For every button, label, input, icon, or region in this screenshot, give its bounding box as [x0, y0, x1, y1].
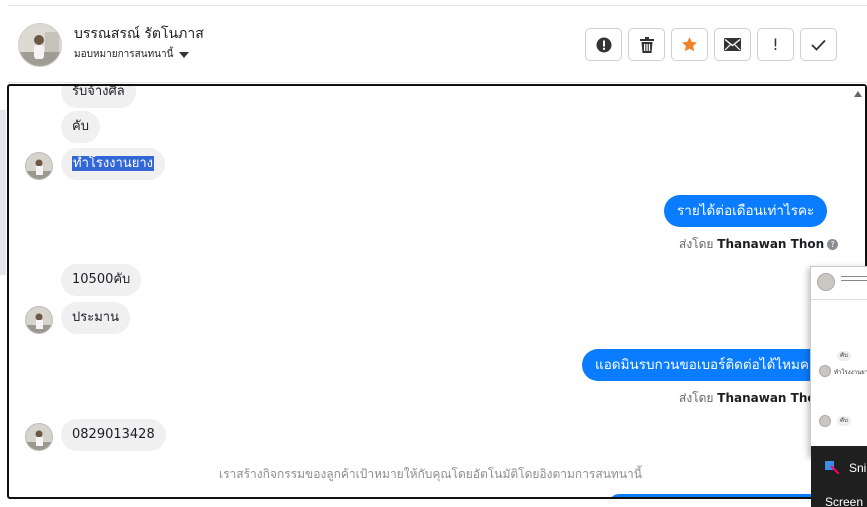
mail-button[interactable]	[714, 28, 751, 61]
mark-done-button[interactable]	[800, 28, 837, 61]
preview-avatar	[819, 415, 831, 427]
activity-footnote: เราสร้างกิจกรรมของลูกค้าเป้าหมายให้กับคุ…	[219, 467, 642, 481]
contact-avatar[interactable]	[18, 23, 62, 67]
message-incoming: รับจ้างศิล	[61, 84, 136, 108]
preview-line	[841, 276, 867, 277]
preview-bubble: คับ	[837, 351, 851, 361]
message-incoming: 10500คับ	[61, 264, 142, 296]
message-text: รับจ้างศิล	[72, 84, 125, 99]
sender-avatar	[25, 152, 53, 180]
message-incoming: คับ	[61, 111, 100, 143]
sender-name[interactable]: Thanawan Thon	[717, 237, 824, 251]
preview-bubble: คับ	[837, 416, 851, 426]
sent-by-prefix: ส่งโดย	[679, 391, 714, 405]
message-text: ประมาน	[72, 310, 119, 325]
preview-avatar	[817, 273, 835, 291]
preview-text: ทำโรงงานยาง	[834, 369, 867, 376]
sent-by-prefix: ส่งโดย	[679, 237, 714, 251]
message-text: รายได้ต่อเดือนเท่าไรคะ	[677, 203, 815, 219]
preview-avatar	[819, 365, 831, 377]
help-icon[interactable]: ?	[827, 239, 839, 250]
message-text-selected: ทำโรงงานยาง	[72, 156, 154, 171]
message-thread[interactable]: รับจ้างศิล คับ ทำโรงงานยาง รายได้ต่อเดือ…	[7, 84, 867, 499]
message-text[interactable]: 0829013428	[72, 427, 155, 442]
exclamation-icon: !	[772, 35, 779, 54]
mail-icon	[724, 38, 741, 51]
star-icon	[682, 37, 697, 52]
message-text: แอดมินรบกวนขอเบอร์ติดต่อได้ไหมคะ	[595, 357, 817, 373]
assign-label: มอบหมายการสนทนานี้	[74, 49, 174, 60]
sent-by-label: ส่งโดย Thanawan Thon	[679, 389, 824, 408]
message-incoming: ประมาน	[61, 302, 130, 334]
snipping-tool-icon	[825, 461, 839, 474]
conversation-header: บรรณสรณ์ รัตโนภาส มอบหมายการสนทนานี้ !	[8, 5, 867, 83]
composer-strip[interactable]	[609, 494, 819, 497]
star-button[interactable]	[671, 28, 708, 61]
left-divider	[0, 110, 6, 275]
message-incoming: ทำโรงงานยาง	[61, 148, 165, 180]
sender-name[interactable]: Thanawan Thon	[717, 391, 824, 405]
message-incoming: 0829013428	[61, 419, 166, 451]
message-text: คับ	[72, 119, 89, 134]
contact-name: บรรณสรณ์ รัตโนภาส	[74, 26, 204, 42]
report-button[interactable]	[585, 28, 622, 61]
conversation-toolbar: !	[585, 28, 837, 61]
caret-down-icon	[179, 51, 190, 58]
snip-label: Sni	[849, 461, 867, 475]
preview-divider	[811, 299, 867, 300]
scroll-up-arrow-icon[interactable]	[854, 91, 862, 97]
window-preview-thumbnail[interactable]: คับ ทำโรงงานยาง คับ	[810, 266, 867, 456]
sender-avatar	[25, 306, 53, 334]
message-outgoing: รายได้ต่อเดือนเท่าไรคะ	[664, 195, 828, 227]
delete-button[interactable]	[628, 28, 665, 61]
report-icon	[596, 37, 611, 52]
message-outgoing: แอดมินรบกวนขอเบอร์ติดต่อได้ไหมคะ	[582, 349, 830, 381]
exclamation-button[interactable]: !	[757, 28, 794, 61]
assign-conversation-dropdown[interactable]: มอบหมายการสนทนานี้	[74, 47, 190, 62]
screen-label: Screen	[825, 495, 864, 507]
sent-by-label: ส่งโดย Thanawan Thon?	[679, 235, 839, 254]
taskbar-snip-item[interactable]: Sni Screen	[811, 446, 867, 507]
trash-icon	[639, 36, 654, 53]
preview-line	[841, 280, 867, 281]
check-icon	[811, 39, 826, 51]
message-text: 10500คับ	[72, 272, 131, 287]
sender-avatar	[25, 423, 53, 451]
